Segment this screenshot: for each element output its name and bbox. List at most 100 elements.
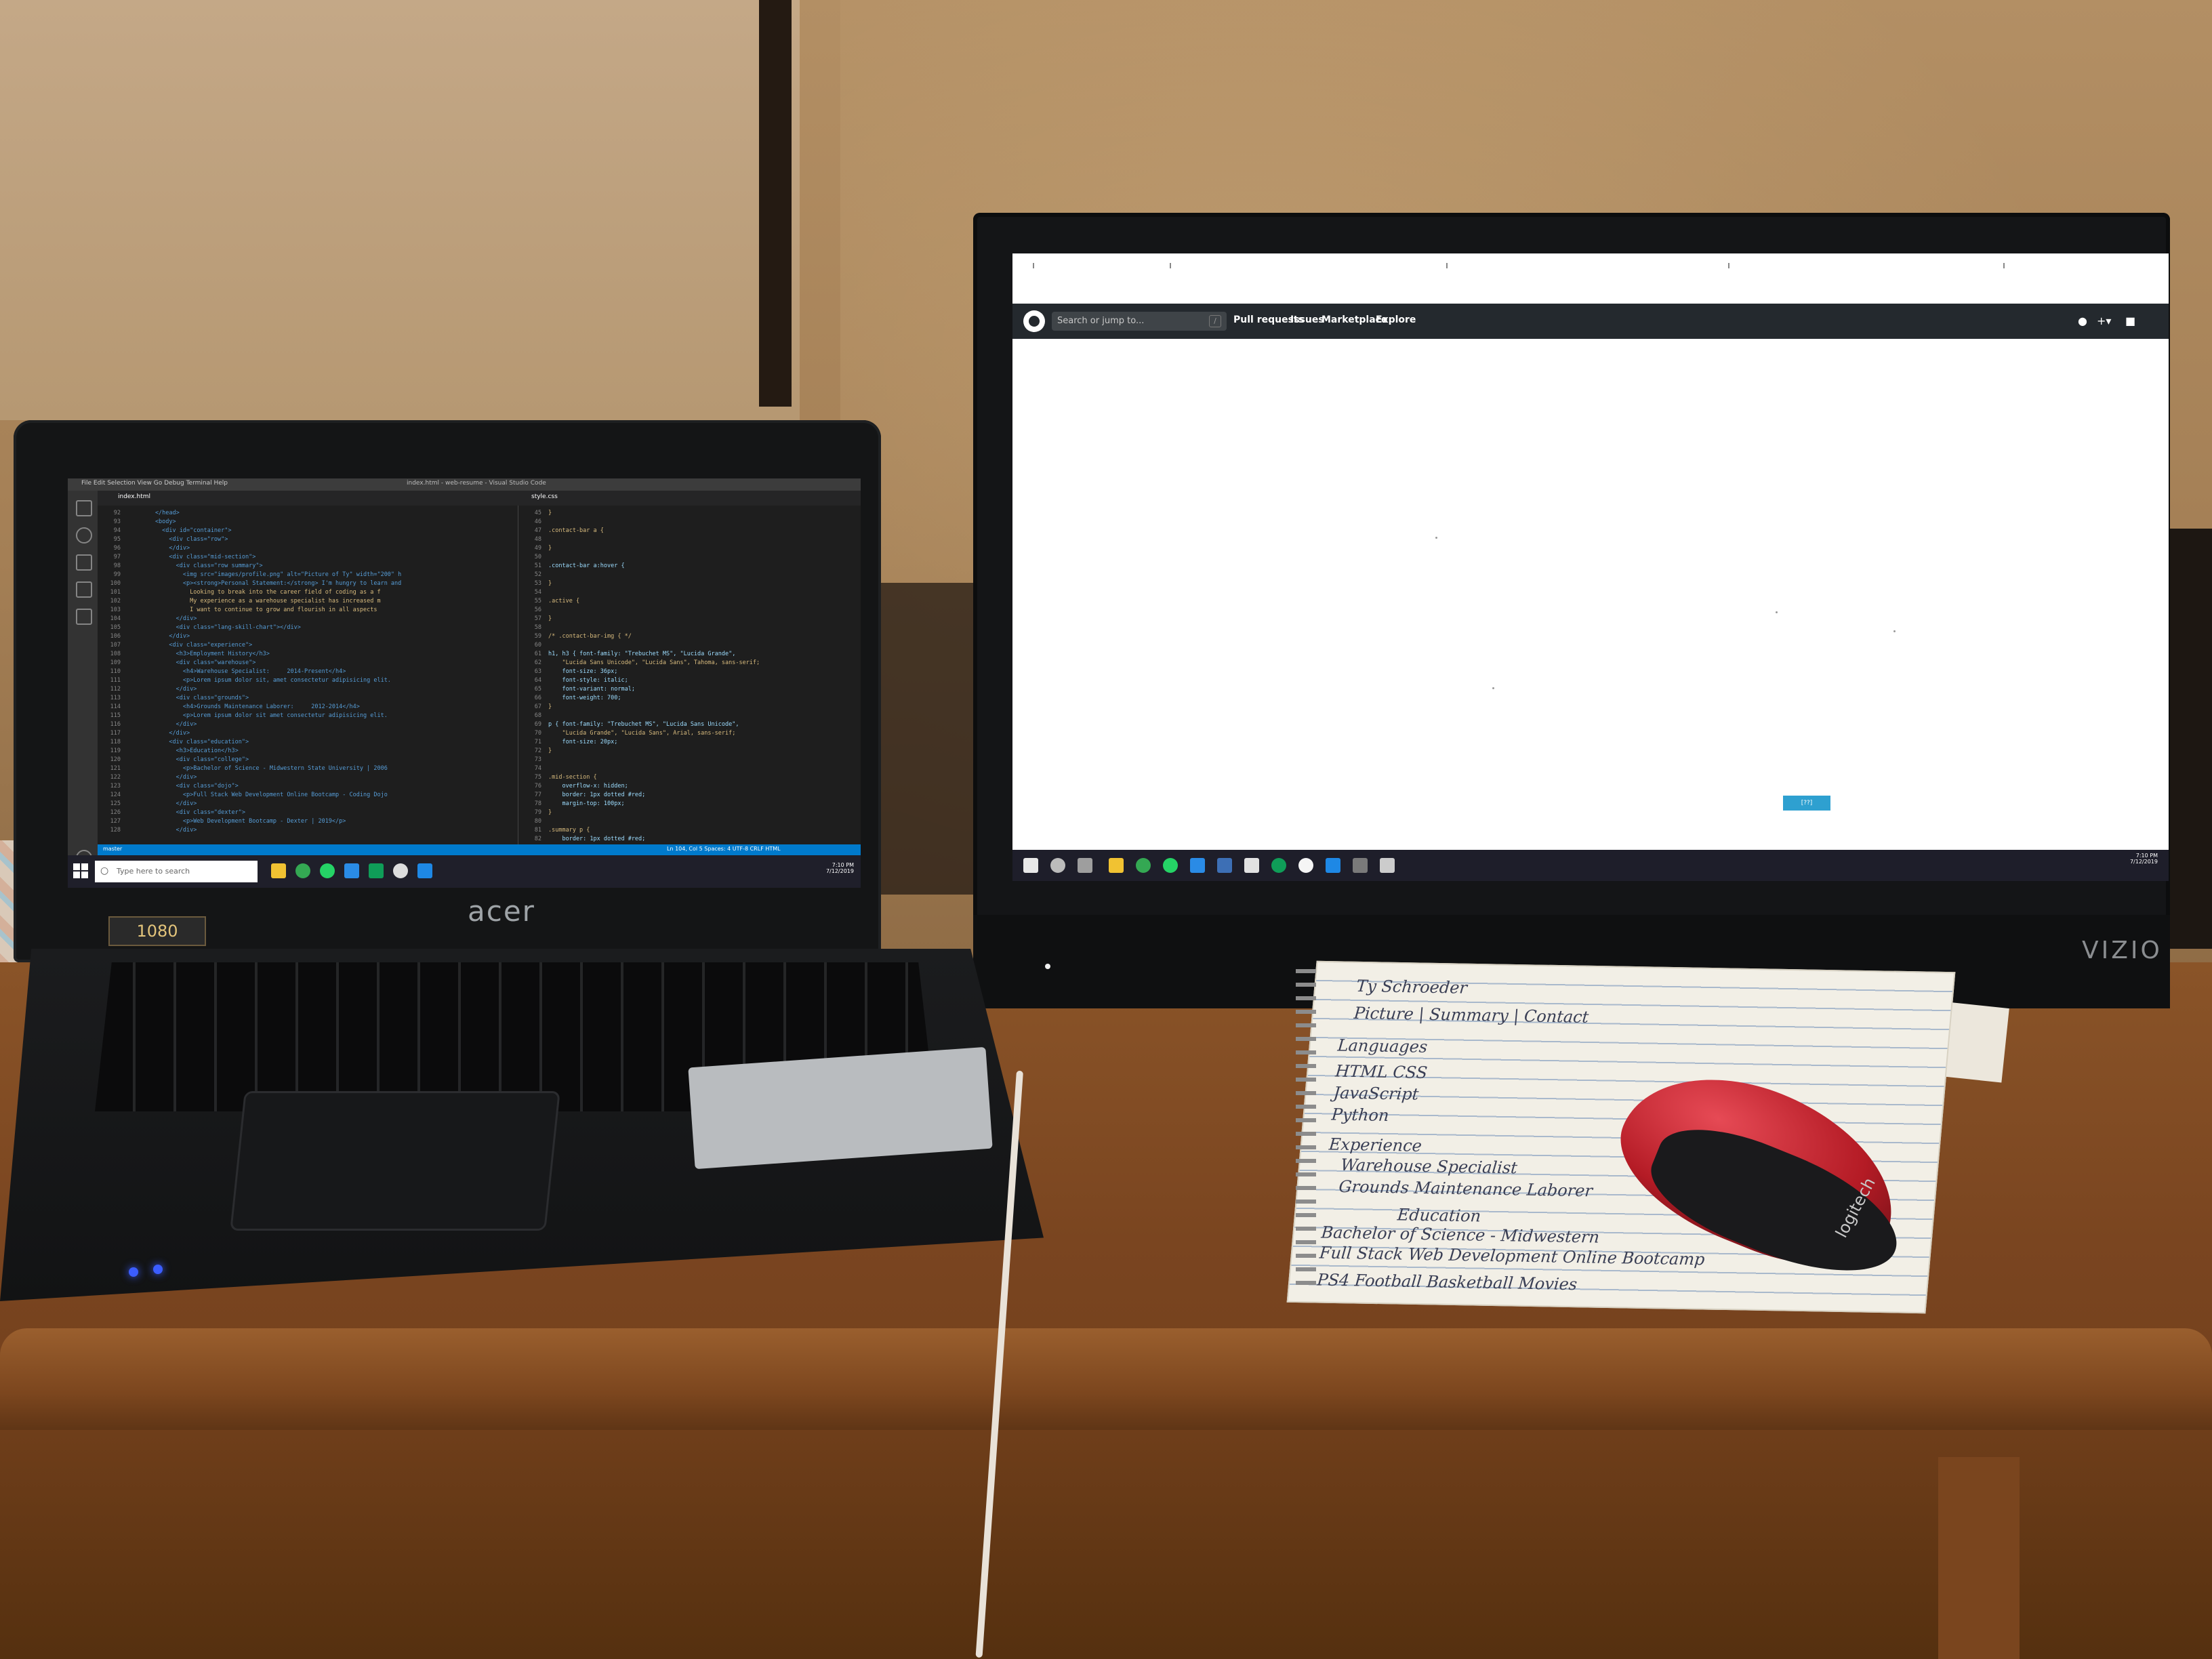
css-code-line: 50 [518, 554, 548, 561]
css-editor[interactable]: 45} 46 47 .contact-bar a {48 49} 50 51 .contact… [518, 506, 861, 844]
monitor-clock[interactable]: 7:10 PM 7/12/2019 [2076, 853, 2158, 865]
html-editor[interactable]: 92 </head> 93 <body> 94 <div id="container… [98, 506, 518, 844]
nav-issues[interactable]: Issues [1290, 314, 1324, 325]
line-number: 103 [110, 607, 121, 613]
line-number: 73 [534, 756, 541, 763]
app-icon[interactable] [1353, 858, 1368, 873]
vscode-menu[interactable]: File Edit Selection View Go Debug Termin… [81, 480, 228, 487]
css-code-line: 58 [518, 624, 548, 632]
code-text: </div> [127, 686, 197, 693]
tab-style-css[interactable]: style.css [531, 493, 558, 500]
app-icon[interactable] [1298, 858, 1313, 873]
create-new-button[interactable]: +▾ [2097, 314, 2111, 327]
tab-index-html[interactable]: index.html [118, 493, 150, 500]
code-text: .contact-bar a:hover { [548, 562, 625, 569]
cursor-position[interactable]: Ln 104, Col 5 Spaces: 4 UTF-8 CRLF HTML [667, 846, 781, 852]
code-text: border: 1px dotted #red; [548, 836, 646, 842]
line-number: 68 [534, 712, 541, 719]
app-icon[interactable] [369, 863, 384, 878]
line-number: 98 [113, 562, 121, 569]
css-code-line: 82 border: 1px dotted #red; [518, 836, 646, 843]
app-icon[interactable] [1217, 858, 1232, 873]
github-search-input[interactable]: Search or jump to... / [1052, 312, 1227, 331]
css-code-line: 68 [518, 712, 548, 720]
whatsapp-icon[interactable] [1163, 858, 1178, 873]
note-line: Ty Schroeder [1355, 976, 1469, 998]
line-number: 99 [113, 571, 121, 578]
windows-start-icon[interactable] [73, 863, 88, 878]
nav-explore[interactable]: Explore [1376, 314, 1416, 325]
github-search-key: / [1209, 315, 1221, 327]
code-text: </div> [127, 730, 190, 737]
note-line: Picture | Summary | Contact [1353, 1003, 1590, 1027]
extensions-icon[interactable] [76, 609, 92, 625]
html-code-line: 125 </div> [98, 800, 197, 808]
explorer-icon[interactable] [76, 500, 92, 516]
line-number: 127 [110, 818, 121, 825]
vscode-icon[interactable] [1190, 858, 1205, 873]
laptop-touchpad[interactable] [230, 1091, 560, 1231]
line-number: 104 [110, 615, 121, 622]
code-text: Looking to break into the career field o… [127, 589, 381, 596]
app-icon[interactable] [1380, 858, 1395, 873]
tab-marker [2003, 263, 2005, 268]
line-number: 122 [110, 774, 121, 781]
html-code-line: 109 <div class="warehouse"> [98, 659, 256, 667]
windows-start-icon[interactable] [1023, 858, 1038, 873]
app-icon[interactable] [1326, 858, 1340, 873]
line-number: 53 [534, 580, 541, 587]
css-code-line: 66 font-weight: 700; [518, 695, 621, 702]
taskbar-search-input[interactable]: ○ Type here to search [95, 861, 258, 882]
code-text: <div id="container"> [127, 527, 232, 534]
css-code-line: 60 [518, 642, 548, 649]
css-code-line: 59 /* .contact-bar-img { */ [518, 633, 632, 640]
debug-icon[interactable] [76, 581, 92, 598]
page-button[interactable]: [??] [1783, 796, 1830, 811]
html-code-line: 120 <div class="college"> [98, 756, 249, 764]
css-code-line: 71 font-size: 20px; [518, 739, 618, 746]
cortana-icon[interactable] [1050, 858, 1065, 873]
desk-leg [1938, 1457, 2020, 1659]
source-control-icon[interactable] [76, 554, 92, 571]
line-number: 110 [110, 668, 121, 675]
chrome-icon[interactable] [295, 863, 310, 878]
line-number: 50 [534, 554, 541, 560]
code-text: </div> [127, 827, 197, 834]
line-number: 112 [110, 686, 121, 693]
github-logo-icon[interactable] [1023, 310, 1045, 332]
file-explorer-icon[interactable] [1109, 858, 1124, 873]
vscode-icon[interactable] [344, 863, 359, 878]
line-number: 111 [110, 677, 121, 684]
note-line: Warehouse Specialist [1340, 1155, 1519, 1178]
app-icon[interactable] [417, 863, 432, 878]
code-text: overflow-x: hidden; [548, 783, 628, 790]
whatsapp-icon[interactable] [320, 863, 335, 878]
app-icon[interactable] [1244, 858, 1259, 873]
css-code-line: 51 .contact-bar a:hover { [518, 562, 625, 570]
code-text: <body> [127, 518, 176, 525]
notification-bell-icon[interactable]: ● [2078, 314, 2087, 327]
task-view-icon[interactable] [1078, 858, 1092, 873]
css-code-line: 78 margin-top: 100px; [518, 800, 625, 808]
html-code-line: 114 <h4>Grounds Maintenance Laborer: 201… [98, 703, 360, 711]
html-code-line: 117 </div> [98, 730, 190, 737]
app-icon[interactable] [1271, 858, 1286, 873]
line-number: 58 [534, 624, 541, 631]
line-number: 45 [534, 510, 541, 516]
css-code-line: 46 [518, 518, 548, 526]
monitor-taskbar: 7:10 PM 7/12/2019 [1012, 850, 2169, 881]
code-text: <div class="row summary"> [127, 562, 263, 569]
chrome-icon[interactable] [1136, 858, 1151, 873]
file-explorer-icon[interactable] [271, 863, 286, 878]
avatar[interactable]: ■ [2125, 314, 2135, 327]
note-line: HTML CSS [1334, 1061, 1429, 1082]
html-code-line: 97 <div class="mid-section"> [98, 554, 256, 561]
laptop-taskbar: ○ Type here to search 7:10 PM 7/12/2019 [68, 855, 861, 888]
code-text: font-variant: normal; [548, 686, 635, 693]
app-icon[interactable] [393, 863, 408, 878]
code-text: .summary p { [548, 827, 590, 834]
search-icon[interactable] [76, 527, 92, 544]
laptop-clock[interactable]: 7:10 PM 7/12/2019 [800, 862, 854, 874]
git-branch[interactable]: master [103, 846, 122, 852]
code-text: <p>Bachelor of Science - Midwestern Stat… [127, 765, 388, 772]
